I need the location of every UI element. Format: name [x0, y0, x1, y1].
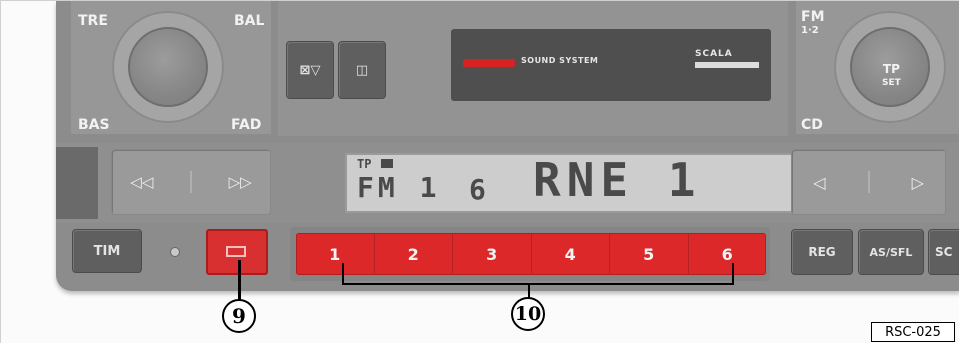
preset-button-2[interactable]: 2 [375, 233, 453, 275]
seek-button[interactable]: ◁◁ ▷▷ [111, 149, 271, 215]
brand-logo [463, 59, 515, 67]
preset-buttons: 1 2 3 4 5 6 [296, 233, 766, 275]
preset-button-4[interactable]: 4 [532, 233, 610, 275]
tp-label: TP [882, 62, 900, 76]
preset-button-3[interactable]: 3 [453, 233, 532, 275]
as-sfl-button[interactable]: AS/SFL [858, 229, 924, 275]
preset-button-5[interactable]: 5 [610, 233, 689, 275]
band-indicator: FM 1 [357, 171, 441, 204]
fm-button-label[interactable]: FM 1·2 [801, 9, 825, 37]
model-badge-strip [695, 62, 759, 68]
tp-label-group: TP SET [882, 63, 901, 89]
callout-10-stem [528, 284, 530, 298]
treble-label: TRE [78, 13, 108, 29]
preset-button-6[interactable]: 6 [689, 233, 767, 275]
balance-label: BAL [234, 13, 265, 29]
play-box-icon: ◫ [355, 62, 369, 78]
bass-label: BAS [78, 117, 110, 133]
preset-button-1[interactable]: 1 [296, 233, 375, 275]
callout-9: 9 [222, 299, 256, 333]
audio-volume-knob[interactable] [128, 27, 208, 107]
callout-10-leader-right [732, 263, 734, 285]
cd-label: CD [801, 117, 823, 133]
tune-button[interactable]: ◁ ▷ [791, 149, 946, 215]
brand-sound-text: SOUND SYSTEM [521, 56, 599, 65]
indicator-led [170, 247, 180, 257]
figure-code: RSC-025 [871, 322, 955, 342]
fm-label: FM [801, 9, 825, 25]
play-side-button[interactable]: ◫ [338, 41, 386, 99]
callout-10-leader-left [342, 263, 344, 285]
fm-bank-label: 1·2 [801, 25, 819, 36]
tim-button[interactable]: TIM [72, 229, 142, 273]
seek-back-icon[interactable]: ◁◁ [130, 173, 153, 191]
callout-9-leader [238, 260, 241, 300]
cassette-indicator-icon [381, 159, 393, 168]
eject-flip-icon: ⊠▽ [299, 62, 321, 78]
fader-label: FAD [231, 117, 262, 133]
station-name: RNE 1 [533, 153, 702, 207]
cassette-mode-button[interactable] [206, 229, 268, 275]
eject-button[interactable]: ⊠▽ [286, 41, 334, 99]
lcd-display: TP FM 1 6 RNE 1 [345, 153, 825, 213]
tune-forward-icon[interactable]: ▷ [912, 173, 924, 192]
brand-model-text: SCALA [695, 49, 733, 59]
preset-indicator: 6 [469, 173, 486, 206]
seek-forward-icon[interactable]: ▷▷ [229, 173, 252, 191]
seek-divider [189, 171, 192, 193]
tp-indicator: TP [357, 157, 372, 171]
callout-10: 10 [511, 297, 545, 331]
tune-back-icon[interactable]: ◁ [813, 173, 825, 192]
cassette-slot: SOUND SYSTEM SCALA [451, 29, 771, 101]
figure: TRE BAL BAS FAD ⊠▽ ◫ SOUND SYSTEM SCALA … [0, 0, 959, 343]
tp-set-label: SET [882, 78, 901, 88]
scan-button[interactable]: SC [928, 229, 959, 275]
cassette-icon [226, 246, 246, 257]
reg-button[interactable]: REG [791, 229, 853, 275]
callout-10-bracket [342, 283, 734, 285]
tune-divider [867, 171, 870, 193]
radio-unit: TRE BAL BAS FAD ⊠▽ ◫ SOUND SYSTEM SCALA … [56, 1, 959, 291]
left-side-slot [56, 147, 98, 219]
